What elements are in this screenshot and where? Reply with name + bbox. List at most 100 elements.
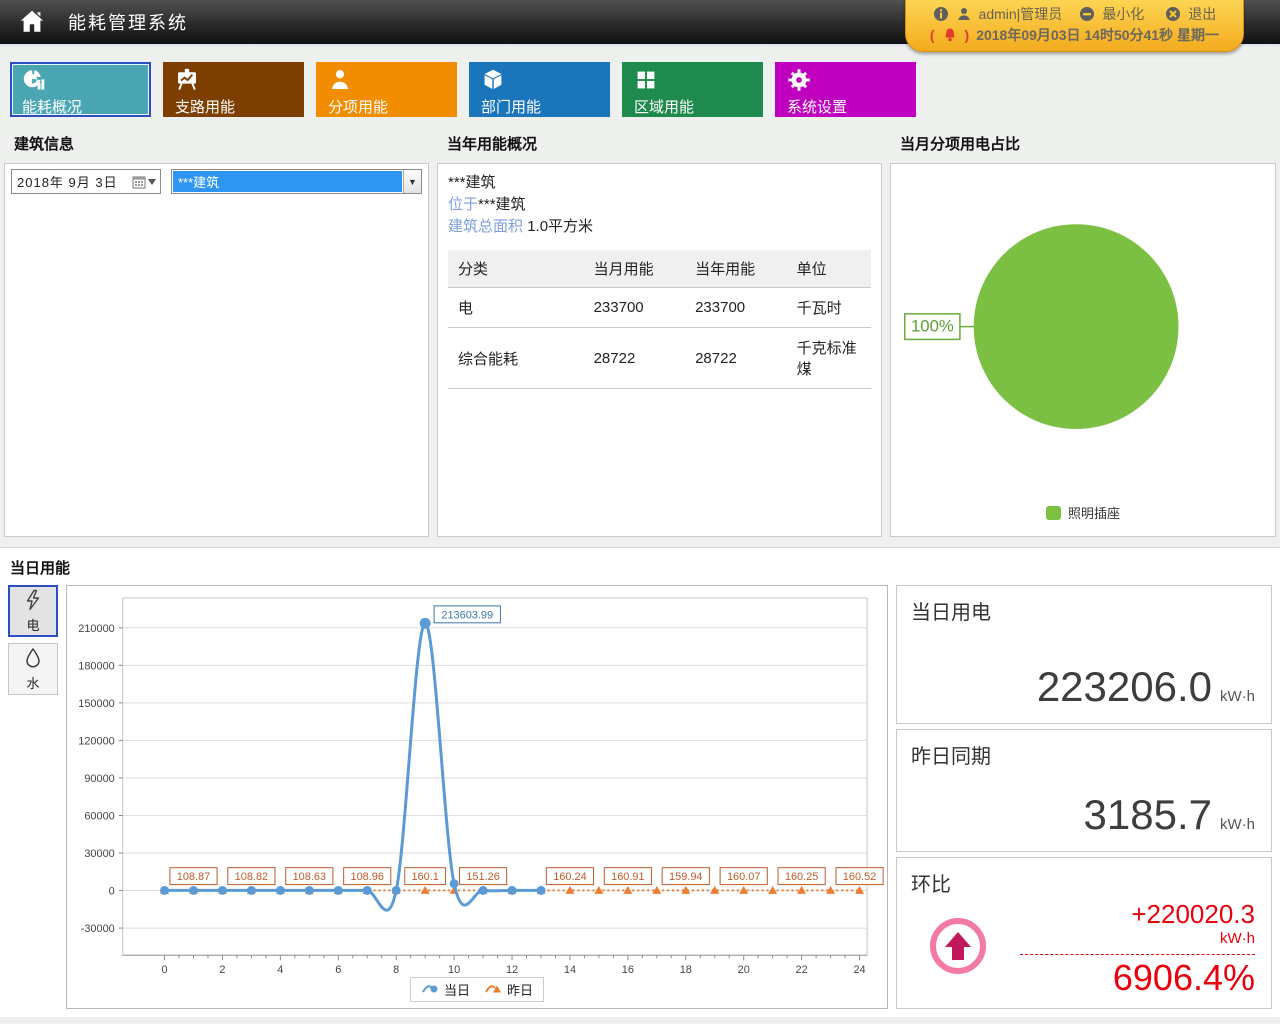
- svg-text:160.07: 160.07: [727, 871, 760, 883]
- date-picker[interactable]: 2018年 9月 3日: [11, 169, 161, 194]
- area-label: 建筑总面积: [448, 218, 523, 235]
- svg-text:108.63: 108.63: [293, 871, 326, 883]
- nav-branch-energy[interactable]: 支路用能: [163, 62, 304, 117]
- nav-label: 支路用能: [175, 96, 304, 117]
- close-icon[interactable]: [1165, 6, 1181, 22]
- svg-text:0: 0: [109, 886, 115, 898]
- svg-text:2: 2: [219, 964, 225, 976]
- chart-legend[interactable]: 当日 昨日: [410, 977, 544, 1002]
- svg-text:160.91: 160.91: [611, 871, 644, 883]
- yesterday-usage-unit: kW·h: [1220, 816, 1255, 833]
- yesterday-legend-marker: [484, 981, 504, 998]
- info-icon[interactable]: [933, 6, 949, 22]
- svg-text:159.94: 159.94: [669, 871, 702, 883]
- yesterday-usage-card: 昨日同期 3185.7 kW·h: [896, 729, 1272, 852]
- svg-text:160.25: 160.25: [785, 871, 818, 883]
- svg-text:213603.99: 213603.99: [441, 609, 493, 621]
- nav-system-settings[interactable]: 系统设置: [775, 62, 916, 117]
- app-title: 能耗管理系统: [68, 9, 188, 35]
- svg-text:6: 6: [335, 964, 341, 976]
- daily-usage-chart: -300000300006000090000120000150000180000…: [67, 586, 887, 1008]
- building-info-panel: 建筑信息 2018年 9月 3日 ***建筑 ▼: [4, 123, 429, 537]
- svg-text:180000: 180000: [78, 660, 114, 672]
- pie-panel: 当月分项用电占比 100% 照明插座: [890, 123, 1276, 537]
- nav-department-energy[interactable]: 部门用能: [469, 62, 610, 117]
- table-row: 电 233700 233700 千瓦时: [448, 288, 871, 328]
- svg-text:108.87: 108.87: [177, 871, 210, 883]
- col-header: 分类: [448, 250, 588, 288]
- svg-text:160.24: 160.24: [553, 871, 586, 883]
- tab-water[interactable]: 水: [8, 643, 58, 695]
- svg-text:4: 4: [277, 964, 283, 976]
- cell: 千克标准煤: [791, 328, 871, 389]
- svg-text:60000: 60000: [84, 810, 114, 822]
- nav-energy-overview[interactable]: 能耗概况: [10, 62, 151, 117]
- svg-text:108.96: 108.96: [351, 871, 384, 883]
- tab-label: 水: [26, 673, 39, 692]
- nav-label: 系统设置: [787, 96, 916, 117]
- pie-legend-label: 照明插座: [1068, 503, 1120, 522]
- calendar-icon[interactable]: [132, 175, 160, 189]
- svg-text:12: 12: [506, 964, 518, 976]
- svg-text:22: 22: [796, 964, 808, 976]
- chevron-down-icon[interactable]: ▼: [403, 170, 421, 193]
- pie-legend[interactable]: 照明插座: [891, 503, 1275, 536]
- pie-chart: 100%: [891, 164, 1275, 503]
- col-header: 当年用能: [689, 250, 791, 288]
- panel-title: 当月分项用电占比: [890, 123, 1276, 163]
- yesterday-legend-label: 昨日: [507, 980, 533, 999]
- svg-text:0: 0: [161, 964, 167, 976]
- nav-area-energy[interactable]: 区域用能: [622, 62, 763, 117]
- minimize-button[interactable]: 最小化: [1102, 4, 1144, 24]
- minimize-icon[interactable]: [1079, 6, 1095, 22]
- svg-text:210000: 210000: [78, 623, 114, 635]
- pie-slice-label: 100%: [911, 317, 954, 336]
- svg-text:30000: 30000: [84, 848, 114, 860]
- col-header: 当月用能: [588, 250, 690, 288]
- svg-text:24: 24: [853, 964, 865, 976]
- svg-text:120000: 120000: [78, 735, 114, 747]
- location-value: ***建筑: [478, 196, 526, 213]
- pie-chart-icon: [22, 68, 149, 92]
- svg-text:20: 20: [738, 964, 750, 976]
- today-usage-card: 当日用电 223206.0 kW·h: [896, 585, 1272, 724]
- daily-usage-chart-panel: -300000300006000090000120000150000180000…: [66, 585, 888, 1009]
- alarm-paren-open: (: [930, 25, 935, 45]
- card-title: 环比: [911, 868, 1257, 897]
- nav-label: 分项用能: [328, 96, 457, 117]
- building-select-value: ***建筑: [173, 171, 402, 192]
- divider: [1020, 954, 1255, 955]
- main-nav: 能耗概况 支路用能 分项用能 部门用能 区域用能 系统设置: [0, 46, 1280, 117]
- grid-icon: [634, 68, 763, 92]
- table-row: 综合能耗 28722 28722 千克标准煤: [448, 328, 871, 389]
- presentation-chart-icon: [175, 68, 304, 92]
- today-usage-unit: kW·h: [1220, 688, 1255, 705]
- ratio-card: 环比 +220020.3 kW·h 6906.4%: [896, 857, 1272, 1009]
- today-legend-label: 当日: [444, 980, 470, 999]
- tab-electricity[interactable]: 电: [8, 585, 58, 637]
- energy-type-tabs: 电 水: [8, 585, 58, 1009]
- nav-category-energy[interactable]: 分项用能: [316, 62, 457, 117]
- section-title: 当日用能: [0, 548, 1280, 585]
- ratio-unit: kW·h: [1020, 929, 1255, 949]
- cell: 233700: [689, 288, 791, 328]
- home-icon[interactable]: [12, 4, 52, 40]
- svg-text:14: 14: [564, 964, 576, 976]
- panel-title: 建筑信息: [4, 123, 429, 163]
- svg-text:10: 10: [448, 964, 460, 976]
- card-title: 当日用电: [911, 596, 1257, 625]
- panel-title: 当年用能概况: [437, 123, 882, 163]
- building-select[interactable]: ***建筑 ▼: [171, 169, 422, 194]
- user-badge: admin|管理员 最小化 退出 ( ) 2018年09月03日 14时50分4…: [905, 0, 1244, 52]
- cell: 28722: [588, 328, 690, 389]
- alarm-paren-close: ): [965, 25, 970, 45]
- water-drop-icon: [23, 647, 43, 672]
- cell: 28722: [689, 328, 791, 389]
- person-icon: [328, 68, 457, 92]
- location-prefix: 位于: [448, 196, 478, 213]
- today-legend-marker: [421, 981, 441, 998]
- bell-icon[interactable]: [942, 27, 958, 43]
- logout-button[interactable]: 退出: [1188, 4, 1216, 24]
- daily-stats: 当日用电 223206.0 kW·h 昨日同期 3185.7 kW·h 环比: [896, 585, 1272, 1009]
- cube-icon: [481, 68, 610, 92]
